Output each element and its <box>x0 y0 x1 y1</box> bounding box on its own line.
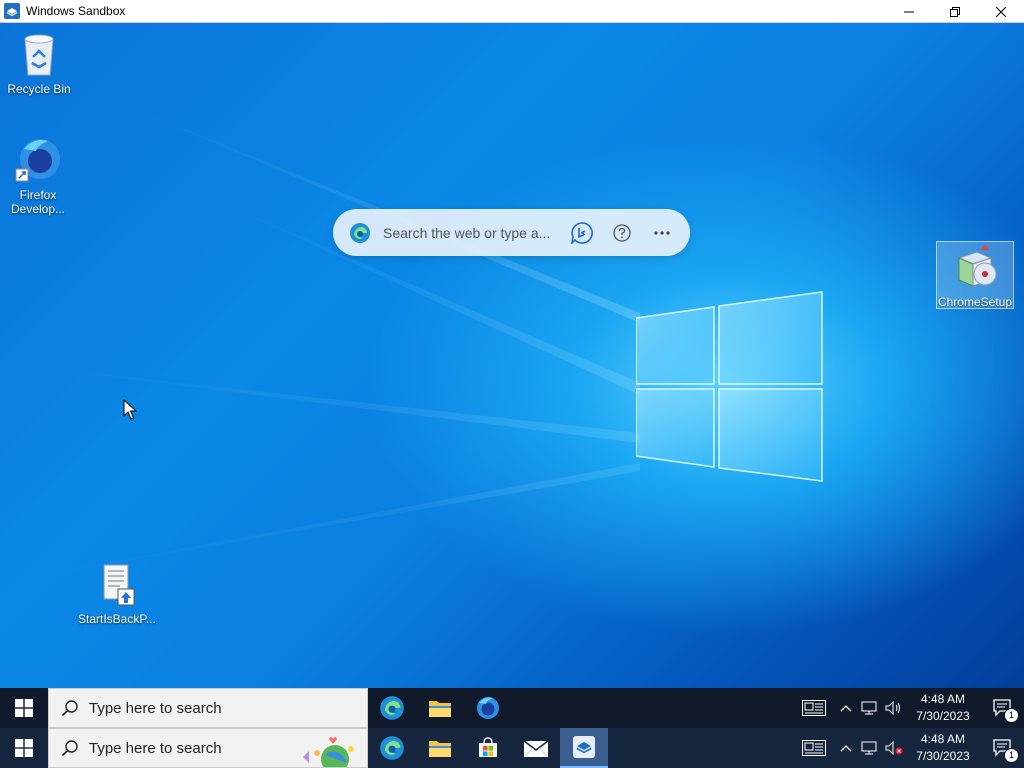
search-highlight-illustration-icon <box>303 737 354 767</box>
more-options-button[interactable] <box>650 221 674 245</box>
mouse-pointer-icon <box>123 399 137 420</box>
recycle-bin-icon <box>24 34 54 76</box>
taskbar-search-box[interactable]: Type here to search <box>48 688 368 728</box>
search-placeholder: Type here to search <box>89 699 222 717</box>
windows-sandbox-icon <box>4 3 20 19</box>
volume-muted-icon <box>885 740 903 756</box>
bing-chat-button[interactable] <box>570 221 594 245</box>
windows-start-icon <box>15 699 33 717</box>
taskbar-clock[interactable]: 4:48 AM 7/30/2023 <box>912 731 974 765</box>
search-icon <box>61 740 78 757</box>
desktop[interactable]: Recycle Bin Firefox Develop... ChromeSetu… <box>0 23 1024 688</box>
taskbar-store[interactable] <box>464 728 512 768</box>
close-icon <box>996 6 1006 17</box>
mail-icon <box>523 740 549 758</box>
help-button[interactable] <box>610 221 634 245</box>
volume-icon <box>885 700 900 716</box>
file-explorer-icon <box>429 741 451 757</box>
desktop-icon-chromesetup[interactable]: ChromeSetup <box>936 241 1014 309</box>
taskbar-edge[interactable] <box>368 728 416 768</box>
desktop-icon-firefox-developer[interactable]: Firefox Develop... <box>0 135 76 216</box>
action-center-button[interactable]: 1 <box>980 728 1024 768</box>
start-button[interactable] <box>0 728 48 768</box>
windows-logo-wallpaper <box>636 291 823 482</box>
restore-icon <box>950 6 960 17</box>
minimize-button[interactable] <box>886 0 932 23</box>
maximize-button[interactable] <box>932 0 978 23</box>
edge-search-widget[interactable]: Search the web or type a... <box>333 209 690 256</box>
news-widget-button[interactable] <box>794 728 834 768</box>
edge-search-input[interactable]: Search the web or type a... <box>383 225 570 241</box>
close-button[interactable] <box>978 0 1024 23</box>
file-explorer-icon <box>429 701 451 717</box>
clock-date: 7/30/2023 <box>916 709 970 723</box>
installer-icon <box>957 244 997 287</box>
help-icon <box>613 223 631 242</box>
desktop-icon-recycle-bin[interactable]: Recycle Bin <box>1 31 77 96</box>
edge-icon <box>380 696 404 720</box>
chevron-up-icon <box>840 745 852 752</box>
document-installer-icon <box>103 564 135 606</box>
news-icon <box>802 700 826 716</box>
notification-count-badge: 1 <box>1004 708 1019 723</box>
news-icon <box>802 740 826 756</box>
minimize-icon <box>904 11 914 12</box>
clock-time: 4:48 AM <box>920 692 966 706</box>
desktop-icon-startisback[interactable]: StartIsBackP... <box>78 563 156 626</box>
show-hidden-icons-button[interactable] <box>834 688 858 728</box>
taskbar-file-explorer[interactable] <box>416 688 464 728</box>
chromesetup-label: ChromeSetup <box>937 295 1013 309</box>
search-placeholder: Type here to search <box>89 739 222 757</box>
taskbar-file-explorer[interactable] <box>416 728 464 768</box>
search-icon <box>61 700 78 717</box>
sandbox-title-bar[interactable]: Windows Sandbox <box>0 0 1024 23</box>
taskbar-windows-sandbox[interactable] <box>560 728 608 768</box>
windows-start-icon <box>15 739 33 757</box>
bing-chat-icon <box>571 221 593 244</box>
network-button[interactable] <box>858 688 882 728</box>
more-icon <box>654 230 670 235</box>
window-title: Windows Sandbox <box>26 4 126 18</box>
firefox-developer-icon <box>15 139 60 182</box>
news-widget-button[interactable] <box>794 688 834 728</box>
sandbox-icon <box>573 736 595 758</box>
edge-icon <box>380 736 404 760</box>
recycle-bin-label: Recycle Bin <box>7 82 71 96</box>
start-button[interactable] <box>0 688 48 728</box>
taskbar-edge[interactable] <box>368 688 416 728</box>
host-taskbar: Type here to search 4:48 AM 7/30/2023 1 <box>0 728 1024 768</box>
taskbar-search-box[interactable]: Type here to search <box>48 728 368 768</box>
volume-muted-button[interactable] <box>882 728 906 768</box>
taskbar-firefox[interactable] <box>464 688 512 728</box>
network-icon <box>861 701 877 715</box>
store-icon <box>479 737 497 757</box>
clock-date: 7/30/2023 <box>916 749 970 763</box>
sandbox-taskbar: Type here to search 4:48 AM 7/30/2023 1 <box>0 688 1024 728</box>
notification-count-badge: 1 <box>1004 748 1019 763</box>
network-icon <box>861 741 877 755</box>
firefox-developer-label: Firefox Develop... <box>10 188 66 216</box>
action-center-button[interactable]: 1 <box>980 688 1024 728</box>
taskbar-mail[interactable] <box>512 728 560 768</box>
firefox-icon <box>477 697 499 719</box>
startisback-label: StartIsBackP... <box>78 612 156 626</box>
edge-icon <box>350 222 370 243</box>
network-button[interactable] <box>858 728 882 768</box>
volume-button[interactable] <box>882 688 906 728</box>
clock-time: 4:48 AM <box>920 732 966 746</box>
chevron-up-icon <box>840 705 852 712</box>
show-hidden-icons-button[interactable] <box>834 728 858 768</box>
taskbar-clock[interactable]: 4:48 AM 7/30/2023 <box>912 691 974 725</box>
